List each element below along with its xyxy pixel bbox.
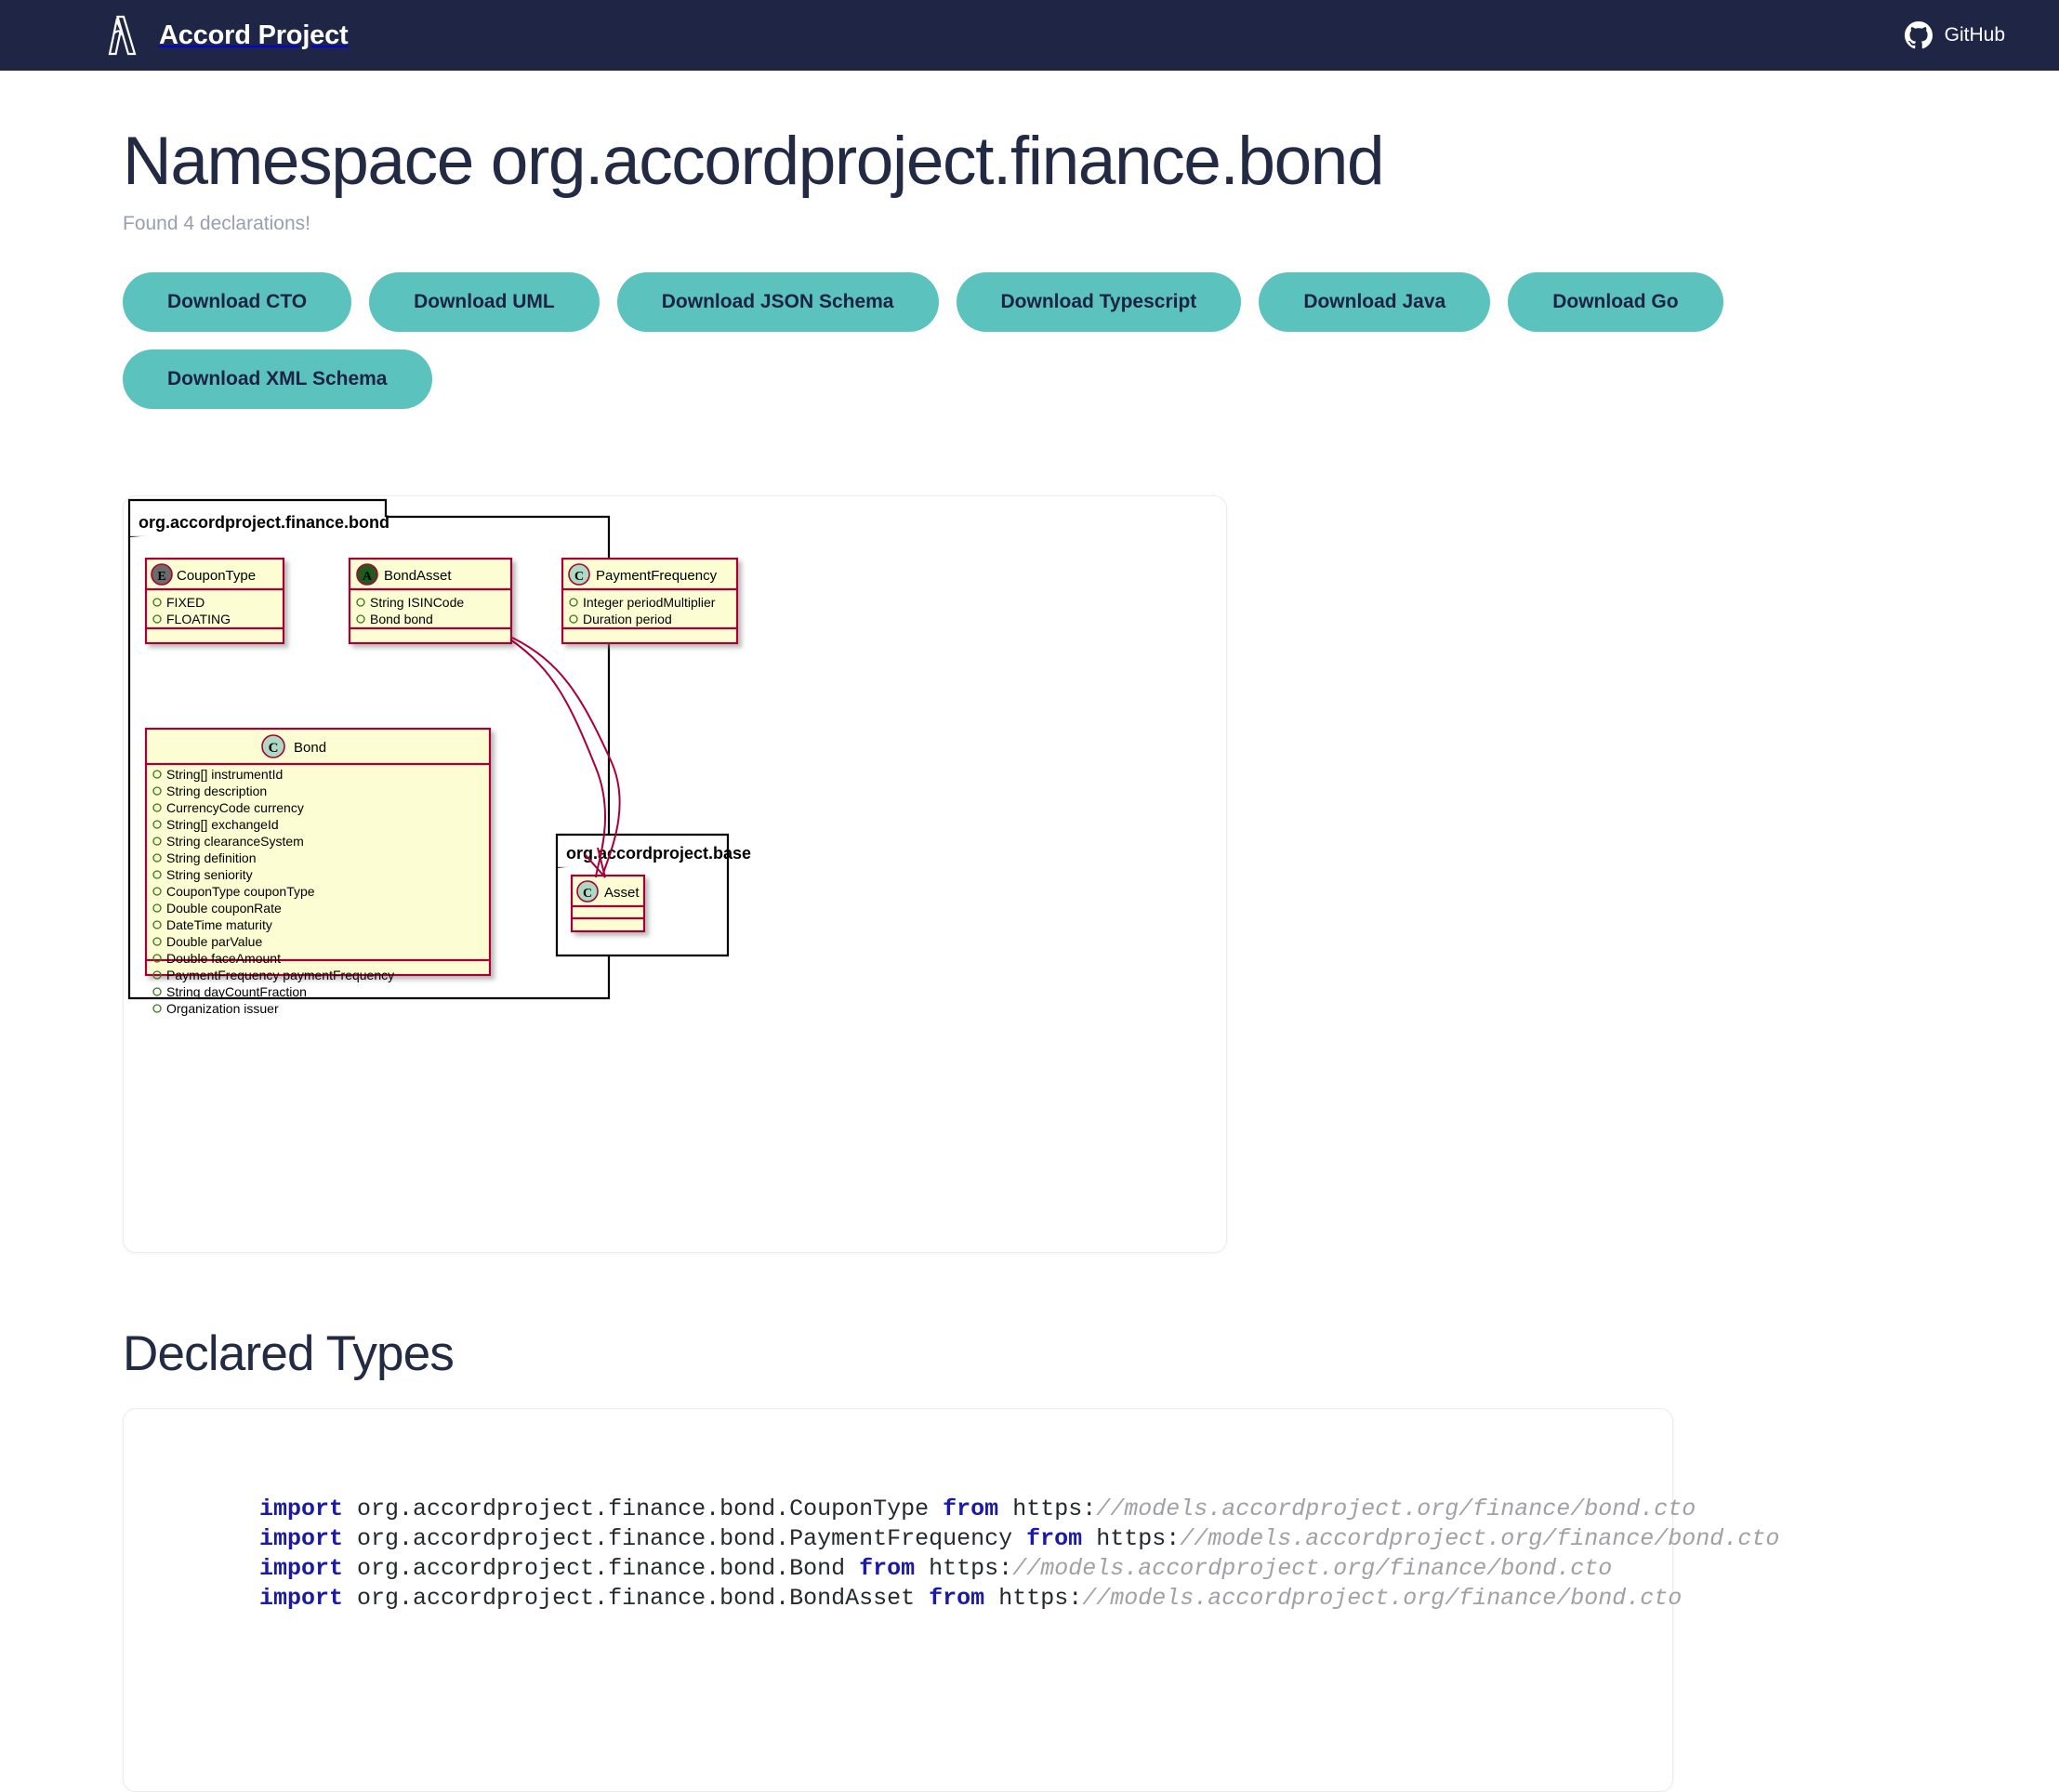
- github-link[interactable]: GitHub: [1904, 21, 2005, 49]
- import-url: //models.accordproject.org/finance/bond.…: [1096, 1495, 1696, 1522]
- uml-member: CouponType couponType: [166, 884, 315, 899]
- page-content: Namespace org.accordproject.finance.bond…: [0, 124, 2059, 1792]
- package-name-base: org.accordproject.base: [566, 844, 751, 863]
- download-uml-button[interactable]: Download UML: [369, 271, 600, 332]
- import-fqn: org.accordproject.finance.bond.BondAsset: [357, 1584, 916, 1612]
- brand-name: Accord Project: [159, 20, 349, 50]
- keyword-from: from: [1026, 1524, 1083, 1552]
- import-fqn: org.accordproject.finance.bond.PaymentFr…: [357, 1524, 1013, 1552]
- download-go-button[interactable]: Download Go: [1508, 271, 1723, 332]
- uml-member: Double couponRate: [166, 901, 282, 916]
- uml-class-name-bondasset: BondAsset: [384, 568, 452, 584]
- uml-class-diagram: org.accordproject.finance.bond E CouponT…: [127, 498, 751, 1016]
- download-xml-schema-button[interactable]: Download XML Schema: [123, 349, 432, 409]
- top-navbar: Accord Project GitHub: [0, 0, 2059, 71]
- uml-member: String definition: [166, 850, 257, 865]
- import-scheme: https:: [1012, 1495, 1097, 1522]
- uml-class-name-paymentfrequency: PaymentFrequency: [596, 568, 718, 584]
- import-url: //models.accordproject.org/finance/bond.…: [1180, 1524, 1780, 1552]
- uml-class-name-bond: Bond: [294, 740, 326, 756]
- member-bullet-icon: [152, 1004, 162, 1013]
- uml-member: String ISINCode: [370, 595, 464, 610]
- import-line: import org.accordproject.finance.bond.Co…: [259, 1495, 1696, 1524]
- uml-member: FIXED: [166, 595, 205, 610]
- uml-member: String seniority: [166, 867, 253, 882]
- keyword-import: import: [259, 1495, 344, 1522]
- import-fqn: org.accordproject.finance.bond.Bond: [357, 1554, 846, 1582]
- uml-member: String dayCountFraction: [166, 984, 307, 999]
- uml-member: Organization issuer: [166, 1001, 279, 1016]
- download-button-row: Download CTO Download UML Download JSON …: [123, 271, 1935, 409]
- uml-member: Duration period: [583, 612, 672, 626]
- uml-member: Double faceAmount: [166, 951, 281, 966]
- keyword-import: import: [259, 1584, 344, 1612]
- uml-member: String[] instrumentId: [166, 767, 283, 782]
- uml-class-name-asset: Asset: [604, 885, 640, 901]
- keyword-import: import: [259, 1554, 344, 1582]
- keyword-from: from: [943, 1495, 999, 1522]
- import-scheme: https:: [1096, 1524, 1181, 1552]
- import-line: import org.accordproject.finance.bond.Pa…: [259, 1524, 1779, 1554]
- stereotype-letter-c: C: [574, 570, 584, 584]
- download-typescript-button[interactable]: Download Typescript: [956, 271, 1242, 332]
- github-label: GitHub: [1944, 24, 2005, 46]
- import-scheme: https:: [929, 1554, 1013, 1582]
- uml-class-name-coupontype: CouponType: [177, 568, 256, 584]
- keyword-from: from: [929, 1584, 985, 1612]
- stereotype-letter-c: C: [583, 887, 592, 901]
- import-fqn: org.accordproject.finance.bond.CouponTyp…: [357, 1495, 930, 1522]
- accord-project-logo-icon: [104, 15, 141, 56]
- uml-member: String[] exchangeId: [166, 817, 279, 832]
- stereotype-letter-e: E: [157, 570, 165, 584]
- uml-member: String description: [166, 784, 267, 798]
- page-title: Namespace org.accordproject.finance.bond: [123, 124, 1385, 199]
- uml-member: DateTime maturity: [166, 917, 272, 932]
- uml-member: Double parValue: [166, 934, 262, 949]
- uml-member: Bond bond: [370, 612, 433, 626]
- import-scheme: https:: [998, 1584, 1083, 1612]
- uml-member: String clearanceSystem: [166, 834, 304, 849]
- uml-member: Integer periodMultiplier: [583, 595, 716, 610]
- declared-types-heading: Declared Types: [123, 1325, 455, 1381]
- package-name-finance-bond: org.accordproject.finance.bond: [139, 513, 389, 532]
- uml-member: FLOATING: [166, 612, 231, 626]
- import-line: import org.accordproject.finance.bond.Bo…: [259, 1554, 1672, 1584]
- declaration-count: Found 4 declarations!: [123, 212, 310, 234]
- stereotype-letter-a: A: [363, 570, 373, 584]
- stereotype-letter-c: C: [269, 741, 279, 756]
- brand-link[interactable]: Accord Project: [104, 15, 349, 56]
- import-line: import org.accordproject.finance.bond.Bo…: [259, 1584, 1682, 1614]
- import-url: //models.accordproject.org/finance/bond.…: [1082, 1584, 1683, 1612]
- import-url: //models.accordproject.org/finance/bond.…: [1012, 1554, 1613, 1582]
- download-cto-button[interactable]: Download CTO: [123, 271, 352, 332]
- uml-member: CurrencyCode currency: [166, 800, 304, 815]
- uml-diagram-card: org.accordproject.finance.bond E CouponT…: [123, 494, 1227, 1253]
- uml-member: PaymentFrequency paymentFrequency: [166, 968, 394, 982]
- download-java-button[interactable]: Download Java: [1259, 271, 1491, 332]
- keyword-from: from: [859, 1554, 916, 1582]
- download-json-schema-button[interactable]: Download JSON Schema: [616, 271, 939, 332]
- declared-types-card: import org.accordproject.finance.bond.Co…: [123, 1407, 1779, 1792]
- github-icon: [1904, 21, 1933, 49]
- keyword-import: import: [259, 1524, 344, 1552]
